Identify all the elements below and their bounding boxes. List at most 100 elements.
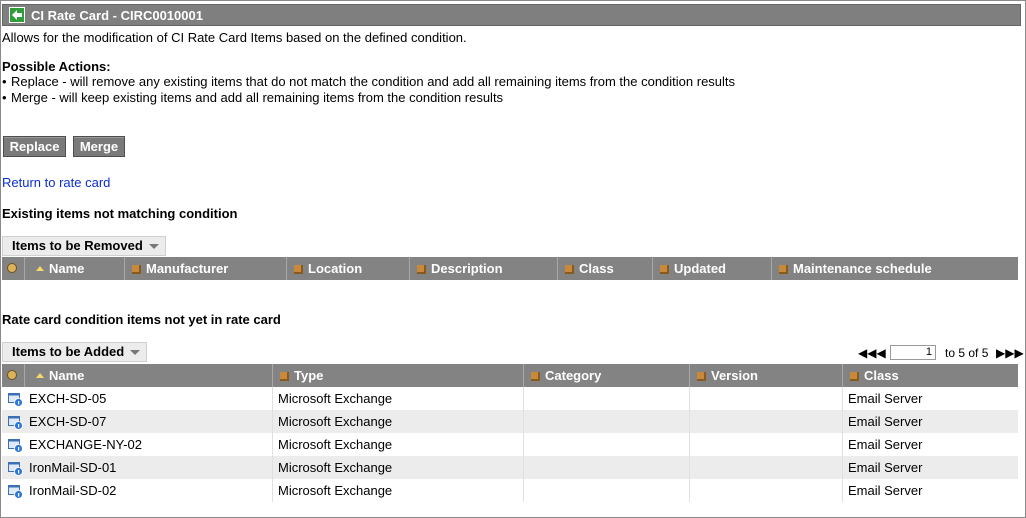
cell-name[interactable]: EXCHANGE-NY-02: [24, 433, 272, 456]
action-text: Replace - will remove any existing items…: [11, 74, 736, 89]
cell-name[interactable]: IronMail-SD-02: [24, 479, 272, 502]
column-header-name[interactable]: Name: [24, 257, 124, 280]
items-to-be-added-title[interactable]: Items to be Added: [2, 342, 147, 362]
back-arrow-icon[interactable]: [9, 7, 25, 23]
list-title: Items to be Added: [12, 344, 125, 359]
page-number-input[interactable]: 1: [890, 345, 936, 360]
cell-class: Email Server: [842, 387, 1018, 410]
pager-next-last[interactable]: ▶▶▶: [996, 346, 1024, 360]
gear-icon[interactable]: [7, 370, 17, 380]
server-record-icon[interactable]: [8, 414, 23, 430]
column-header-category[interactable]: Category: [523, 364, 689, 387]
sort-ascending-icon: [36, 266, 44, 271]
column-header-class[interactable]: Class: [557, 257, 652, 280]
column-label: Description: [431, 261, 503, 276]
column-label: Maintenance schedule: [793, 261, 932, 276]
cell-category: [523, 479, 689, 502]
chevron-down-icon[interactable]: [149, 244, 159, 249]
table-row[interactable]: EXCH-SD-05 Microsoft Exchange Email Server: [2, 387, 1018, 410]
cell-type: Microsoft Exchange: [272, 479, 523, 502]
table-row[interactable]: EXCHANGE-NY-02 Microsoft Exchange Email Se…: [2, 433, 1018, 456]
column-header-updated[interactable]: Updated: [652, 257, 771, 280]
title-bar: CI Rate Card - CIRC0010001: [2, 4, 1021, 26]
cell-name[interactable]: EXCH-SD-05: [24, 387, 272, 410]
removed-section-heading: Existing items not matching condition: [2, 206, 238, 221]
server-record-icon[interactable]: [8, 437, 23, 453]
sort-ascending-icon: [36, 373, 44, 378]
column-header-manufacturer[interactable]: Manufacturer: [124, 257, 286, 280]
pager-first-prev[interactable]: ◀◀◀: [858, 346, 886, 360]
replace-button[interactable]: Replace: [3, 136, 66, 157]
last-page-icon[interactable]: ▶▶: [1005, 346, 1023, 360]
table-row[interactable]: EXCH-SD-07 Microsoft Exchange Email Server: [2, 410, 1018, 433]
column-header-location[interactable]: Location: [286, 257, 409, 280]
previous-page-icon[interactable]: ◀: [876, 346, 885, 360]
column-box-icon: [697, 372, 706, 381]
next-page-icon[interactable]: ▶: [996, 346, 1005, 360]
column-label: Name: [49, 261, 85, 276]
cell-category: [523, 387, 689, 410]
list-title: Items to be Removed: [12, 238, 143, 253]
cell-name[interactable]: EXCH-SD-07: [24, 410, 272, 433]
cell-category: [523, 410, 689, 433]
bullet: •: [2, 74, 7, 89]
column-label: Class: [864, 368, 899, 383]
action-item-merge: • Merge - will keep existing items and ad…: [2, 90, 503, 105]
column-box-icon: [531, 372, 540, 381]
removed-table-header: Name Manufacturer Location Description C…: [2, 257, 1018, 280]
added-section-heading: Rate card condition items not yet in rat…: [2, 312, 281, 327]
column-label: Type: [294, 368, 324, 383]
cell-category: [523, 456, 689, 479]
column-header-version[interactable]: Version: [689, 364, 842, 387]
cell-category: [523, 433, 689, 456]
column-box-icon: [280, 372, 289, 381]
column-header-name[interactable]: Name: [24, 364, 272, 387]
column-header-type[interactable]: Type: [272, 364, 523, 387]
column-header-class[interactable]: Class: [842, 364, 1018, 387]
cell-version: [689, 387, 842, 410]
gear-icon[interactable]: [7, 263, 17, 273]
pager-range-text: to 5 of 5: [945, 346, 989, 360]
column-label: Category: [545, 368, 602, 383]
table-row[interactable]: IronMail-SD-02 Microsoft Exchange Email Se…: [2, 479, 1018, 502]
column-box-icon: [294, 265, 303, 274]
page-title: CI Rate Card - CIRC0010001: [31, 8, 203, 23]
items-to-be-removed-title[interactable]: Items to be Removed: [2, 236, 166, 256]
column-label: Updated: [674, 261, 726, 276]
column-header-description[interactable]: Description: [409, 257, 557, 280]
column-label: Manufacturer: [146, 261, 229, 276]
server-record-icon[interactable]: [8, 460, 23, 476]
chevron-down-icon[interactable]: [130, 350, 140, 355]
cell-class: Email Server: [842, 410, 1018, 433]
column-label: Location: [308, 261, 363, 276]
server-record-icon[interactable]: [8, 391, 23, 407]
cell-version: [689, 479, 842, 502]
cell-name[interactable]: IronMail-SD-01: [24, 456, 272, 479]
action-item-replace: • Replace - will remove any existing item…: [2, 74, 735, 89]
column-box-icon: [565, 265, 574, 274]
possible-actions-heading: Possible Actions:: [2, 59, 111, 74]
cell-type: Microsoft Exchange: [272, 433, 523, 456]
merge-button[interactable]: Merge: [73, 136, 125, 157]
cell-class: Email Server: [842, 479, 1018, 502]
table-row[interactable]: IronMail-SD-01 Microsoft Exchange Email Se…: [2, 456, 1018, 479]
cell-version: [689, 456, 842, 479]
column-box-icon: [779, 265, 788, 274]
column-header-maintenance-schedule[interactable]: Maintenance schedule: [771, 257, 1018, 280]
cell-version: [689, 433, 842, 456]
server-record-icon[interactable]: [8, 483, 23, 499]
column-label: Version: [711, 368, 758, 383]
column-box-icon: [660, 265, 669, 274]
page-description: Allows for the modification of CI Rate C…: [2, 30, 467, 45]
column-label: Class: [579, 261, 614, 276]
column-box-icon: [850, 372, 859, 381]
cell-type: Microsoft Exchange: [272, 410, 523, 433]
first-page-icon[interactable]: ◀◀: [858, 346, 876, 360]
column-settings[interactable]: [2, 364, 24, 387]
column-box-icon: [132, 265, 141, 274]
cell-type: Microsoft Exchange: [272, 456, 523, 479]
column-label: Name: [49, 368, 85, 383]
column-settings[interactable]: [2, 257, 24, 280]
column-box-icon: [417, 265, 426, 274]
return-to-rate-card-link[interactable]: Return to rate card: [2, 175, 110, 190]
